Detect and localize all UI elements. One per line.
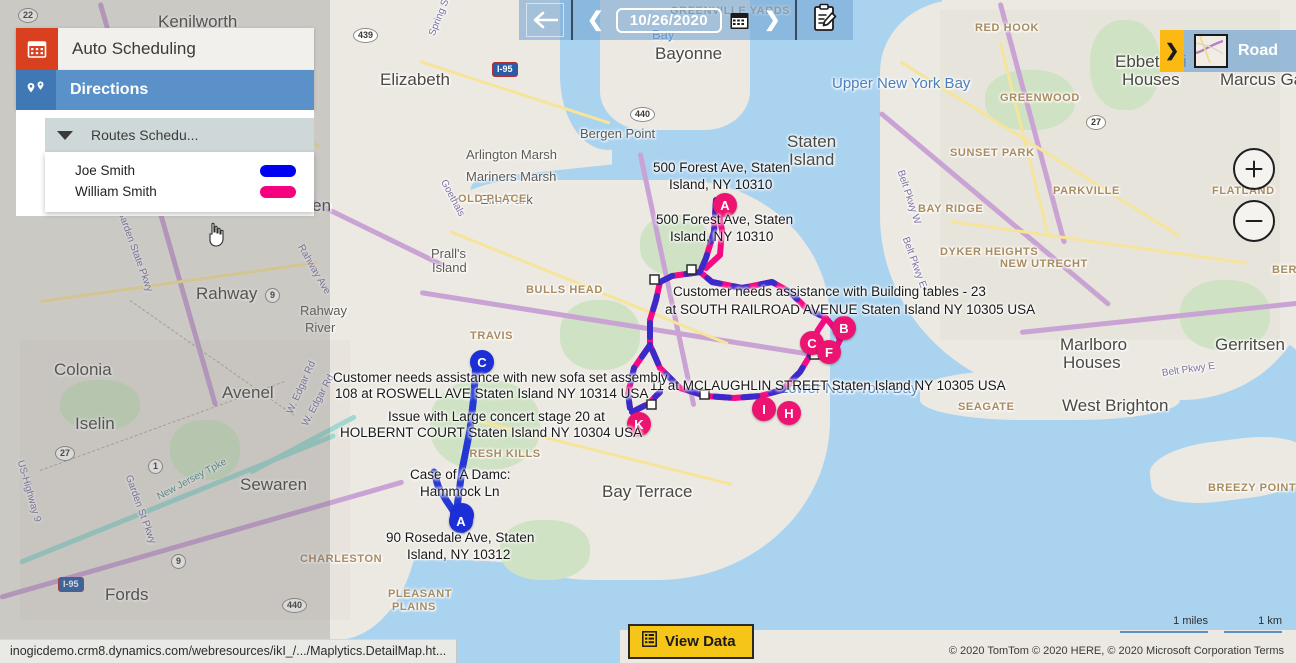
next-day-button[interactable]: ❯	[758, 10, 787, 30]
coney-island-landmass	[920, 370, 1180, 420]
mouse-cursor-pointing-hand	[205, 222, 227, 248]
map-route-shield: 27	[55, 446, 76, 461]
routes-scheduled-dropdown[interactable]: Routes Schedu...	[45, 118, 314, 152]
legend-color-swatch	[260, 164, 296, 177]
map-route-shield: I-95	[492, 62, 518, 77]
date-input[interactable]: 10/26/2020	[615, 7, 722, 33]
map-route-shield: 9	[265, 288, 281, 303]
legend-name: Joe Smith	[75, 163, 136, 178]
legend-color-swatch	[260, 185, 296, 198]
previous-day-button[interactable]: ❮	[581, 10, 610, 30]
calendar-picker-icon[interactable]	[728, 8, 752, 32]
park-si-south	[500, 520, 590, 580]
route-pin-i[interactable]: I	[752, 397, 776, 421]
view-data-label: View Data	[665, 632, 736, 650]
route-pin-a[interactable]: A	[449, 509, 473, 533]
route-pin-a[interactable]: A	[713, 193, 737, 217]
table-grid-icon	[642, 631, 657, 651]
list-item[interactable]: William Smith	[45, 181, 314, 202]
map-type-road-button[interactable]: Road	[1184, 30, 1296, 72]
route-legend: Joe Smith William Smith	[45, 152, 314, 212]
date-navigation-group: ❮ 10/26/2020 ❯	[573, 0, 795, 40]
park-greenbelt	[640, 215, 710, 275]
list-item[interactable]: Joe Smith	[45, 160, 314, 181]
route-pin-k[interactable]: K	[627, 412, 651, 436]
map-type-selector: ❯ Road	[1160, 30, 1296, 72]
map-route-shield: 27	[1086, 115, 1107, 130]
park-freshkills	[430, 380, 540, 470]
chevron-down-icon	[57, 130, 73, 140]
route-pin-h[interactable]: H	[777, 401, 801, 425]
back-arrow-icon	[526, 3, 564, 37]
park-prospect	[1090, 20, 1160, 110]
scale-miles-label: 1 miles	[1173, 615, 1208, 627]
map-type-label: Road	[1238, 42, 1278, 59]
plus-icon	[1245, 160, 1263, 178]
zoom-in-button[interactable]	[1233, 148, 1275, 190]
directions-panel: Auto Scheduling Directions Routes Schedu…	[16, 28, 314, 216]
calendar-icon	[16, 28, 58, 70]
map-route-shield: 440	[630, 107, 656, 122]
view-data-button[interactable]: View Data	[628, 624, 754, 659]
auto-scheduling-title-bar: Auto Scheduling	[16, 28, 314, 70]
map-route-shield: 22	[18, 8, 39, 23]
map-route-shield: I-95	[58, 577, 84, 592]
map-route-shield: 1	[148, 459, 164, 474]
map-scale-bar: 1 miles 1 km	[1120, 615, 1282, 633]
park-latourette	[560, 300, 640, 370]
edit-schedule-button[interactable]	[796, 0, 853, 40]
park-nj-2	[170, 420, 240, 480]
scale-miles: 1 miles	[1120, 615, 1208, 633]
legend-name: William Smith	[75, 184, 157, 199]
app-title: Auto Scheduling	[72, 39, 196, 58]
clipboard-edit-icon	[812, 3, 838, 38]
directions-pins-icon	[16, 70, 56, 110]
map-toolbar: ❮ 10/26/2020 ❯	[519, 0, 853, 40]
toolbar-divider-right	[794, 0, 797, 40]
map-route-shield: 439	[353, 28, 379, 43]
scale-km: 1 km	[1224, 615, 1282, 633]
park-marsh-nj	[60, 380, 140, 430]
route-pin-b[interactable]: B	[832, 316, 856, 340]
route-pin-c[interactable]: C	[470, 350, 494, 374]
map-route-shield: 440	[282, 598, 308, 613]
toolbar-divider-left	[571, 0, 573, 40]
scale-km-label: 1 km	[1258, 615, 1282, 627]
browser-status-url: inogicdemo.crm8.dynamics.com/webresource…	[0, 639, 458, 663]
chevron-right-icon: ❯	[1164, 41, 1180, 60]
zoom-controls	[1233, 148, 1275, 252]
map-route-shield: 9	[171, 554, 187, 569]
back-button[interactable]	[519, 0, 571, 40]
routes-dropdown-label: Routes Schedu...	[91, 127, 199, 143]
minus-icon	[1245, 220, 1263, 222]
route-pin-f[interactable]: F	[817, 340, 841, 364]
directions-header-label: Directions	[70, 81, 149, 98]
zoom-out-button[interactable]	[1233, 200, 1275, 242]
directions-body: Routes Schedu... Joe Smith William Smith	[16, 110, 314, 216]
directions-header[interactable]: Directions	[16, 70, 314, 110]
map-attribution[interactable]: © 2020 TomTom © 2020 HERE, © 2020 Micros…	[949, 645, 1284, 657]
maplytics-detail-map-app: KenilworthRoselle ParkElizabethBayonneBe…	[0, 0, 1296, 663]
road-map-thumbnail-icon	[1194, 34, 1228, 68]
expand-map-type-button[interactable]: ❯	[1160, 30, 1184, 72]
